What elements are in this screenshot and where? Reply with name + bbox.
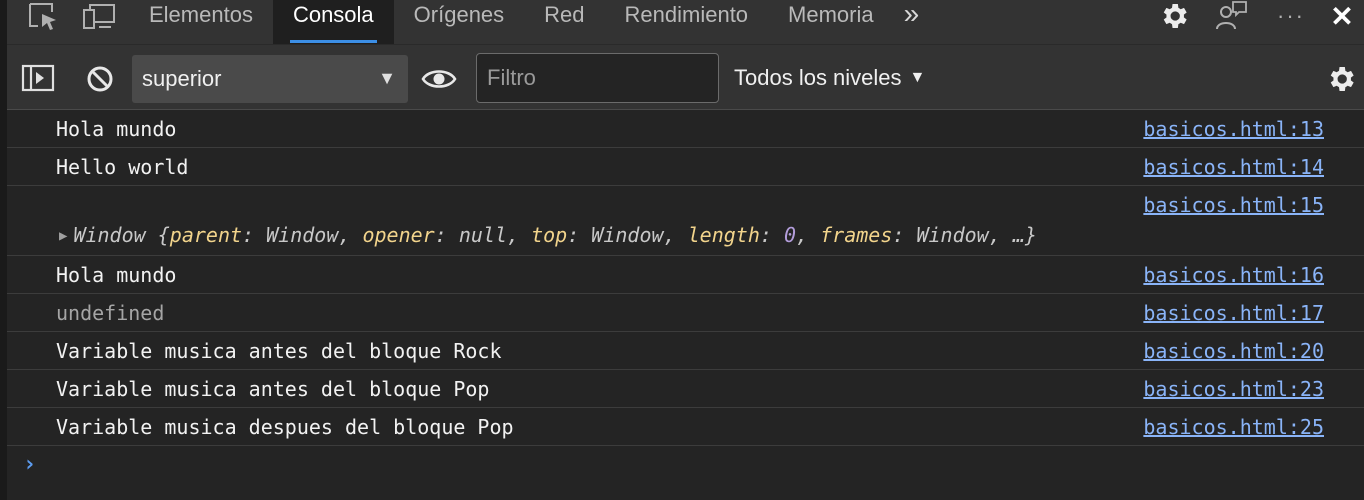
left-edge [0,0,7,500]
tab-memoria[interactable]: Memoria [768,0,894,44]
object-value: Window [266,223,339,247]
settings-gear-icon[interactable] [1146,0,1202,32]
tab-origenes[interactable]: Orígenes [394,0,525,44]
message-text-undefined: undefined [56,301,165,325]
object-value: Window [591,223,664,247]
close-label: ✕ [1330,0,1354,32]
close-icon[interactable]: ✕ [1320,0,1364,32]
more-tabs-button[interactable]: » [894,0,930,44]
caret-down-icon: ▼ [909,69,926,86]
source-link[interactable]: basicos.html:15 [1143,193,1324,217]
source-link[interactable]: basicos.html:16 [1143,263,1324,287]
source-link[interactable]: basicos.html:17 [1143,301,1324,325]
sidebar-toggle-icon[interactable] [21,64,55,97]
inspect-element-icon[interactable] [19,0,69,32]
feedback-icon[interactable] [1202,0,1262,32]
message-text: Variable musica antes del bloque Pop [56,377,490,401]
tab-elementos[interactable]: Elementos [129,0,273,44]
source-link[interactable]: basicos.html:14 [1143,155,1324,179]
console-message: Hello world basicos.html:14 [7,148,1364,186]
expand-triangle-icon[interactable]: ▶ [59,228,67,244]
tab-red[interactable]: Red [524,0,604,44]
tab-label: Elementos [149,2,253,27]
console-output: Hola mundo basicos.html:13 Hello world b… [7,110,1364,490]
console-message: Hola mundo basicos.html:16 [7,256,1364,294]
object-ellipsis: … [1012,223,1025,247]
tab-label: Rendimiento [624,2,749,27]
console-settings-gear-icon[interactable] [1325,63,1357,100]
context-selector[interactable]: superior ▼ [132,55,408,103]
tab-label: Memoria [788,2,874,27]
tab-label: Orígenes [413,2,505,27]
tab-label: Red [544,2,585,27]
live-expression-eye-icon[interactable] [421,65,457,98]
log-levels-label: Todos los niveles [734,65,902,90]
console-message: Variable musica despues del bloque Pop b… [7,408,1364,446]
clear-console-icon[interactable] [86,65,114,98]
source-link[interactable]: basicos.html:23 [1143,377,1324,401]
tab-bar: Elementos Consola Orígenes Red Rendimien… [7,0,1364,44]
message-text: Variable musica despues del bloque Pop [56,415,514,439]
source-link[interactable]: basicos.html:20 [1143,339,1324,363]
more-options-icon[interactable]: ··· [1262,0,1320,32]
chevron-double-right-icon: » [903,0,920,29]
context-selector-value: superior [142,66,222,91]
console-message-object: basicos.html:15 ▶ Window {parent: Window,… [7,186,1364,256]
object-preview[interactable]: ▶ Window {parent: Window, opener: null, t… [59,223,1037,247]
object-value-number: 0 [783,223,797,247]
source-link[interactable]: basicos.html:25 [1143,415,1324,439]
object-value: Window [916,223,989,247]
object-key: opener [362,223,435,247]
console-toolbar: superior ▼ Todos los niveles ▼ [7,44,1364,110]
message-text: Hola mundo [56,117,177,141]
message-text: Hola mundo [56,263,177,287]
message-text: Hello world [56,155,189,179]
tab-rendimiento[interactable]: Rendimiento [605,0,769,44]
tab-label: Consola [292,2,374,27]
object-key: frames [820,223,893,247]
tabbar-actions: ··· ✕ [1146,0,1364,32]
log-levels-dropdown[interactable]: Todos los niveles ▼ [734,55,925,101]
message-text: Variable musica antes del bloque Rock [56,339,502,363]
object-value: null [458,223,507,247]
console-message: Hola mundo basicos.html:13 [7,110,1364,148]
console-message: undefined basicos.html:17 [7,294,1364,332]
console-message: Variable musica antes del bloque Pop bas… [7,370,1364,408]
more-options-label: ··· [1277,3,1305,28]
tab-consola[interactable]: Consola [272,0,394,44]
object-key: length [687,223,760,247]
object-class: Window [73,223,146,247]
device-toolbar-icon[interactable] [69,0,129,32]
object-key: top [531,223,568,247]
console-message: Variable musica antes del bloque Rock ba… [7,332,1364,370]
caret-down-icon: ▼ [378,68,396,88]
object-key: parent [169,223,243,247]
prompt-chevron-icon: › [23,452,37,477]
filter-input[interactable] [476,53,719,103]
console-prompt[interactable]: › [7,446,1364,490]
source-link[interactable]: basicos.html:13 [1143,117,1324,141]
devtools-window: Elementos Consola Orígenes Red Rendimien… [0,0,1364,500]
